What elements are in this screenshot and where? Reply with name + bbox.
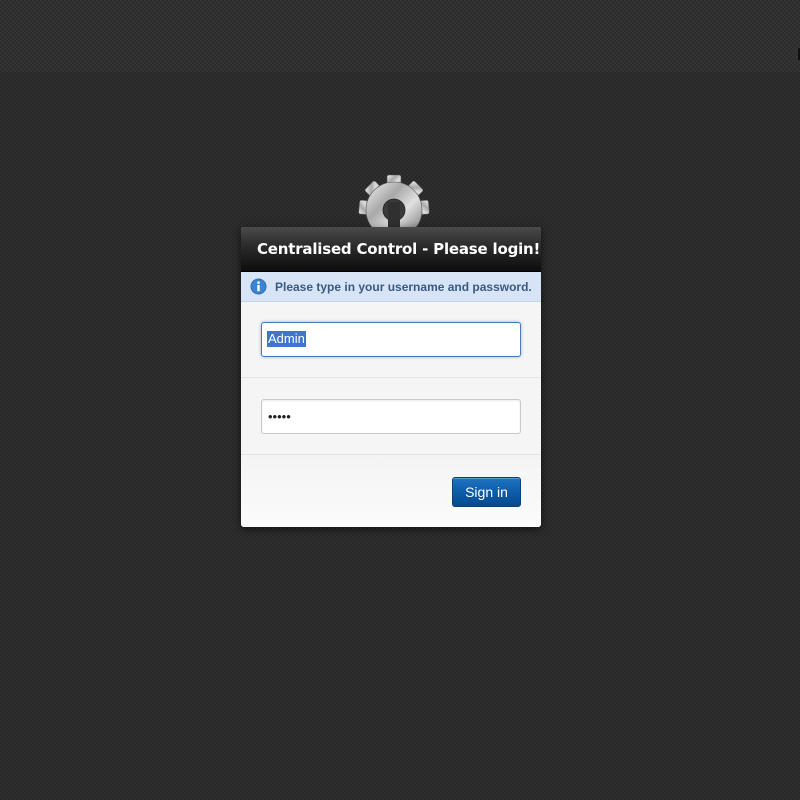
top-band [0,0,800,72]
username-wrapper: Admin [261,322,521,357]
login-actions: Sign in [241,455,541,527]
gear-logo-icon [358,174,430,232]
login-title: Centralised Control - Please login! [241,227,541,272]
username-input[interactable] [261,322,521,357]
login-panel: Centralised Control - Please login! Plea… [241,227,541,527]
info-message-bar: Please type in your username and passwor… [241,272,541,302]
password-row [241,378,541,455]
info-icon [250,278,267,295]
username-row: Admin [241,302,541,378]
sign-in-button[interactable]: Sign in [452,477,521,507]
password-input[interactable] [261,399,521,434]
info-message-text: Please type in your username and passwor… [275,279,532,294]
